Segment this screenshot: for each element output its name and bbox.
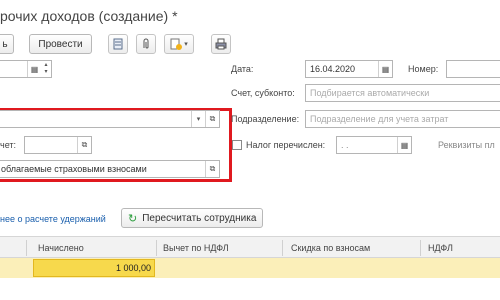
period-field[interactable]: ▦ ▴ ▾ — [0, 60, 52, 78]
window-title: рочих доходов (создание) * — [0, 8, 178, 24]
recalc-label: Пересчитать сотрудника — [142, 212, 257, 224]
account-field[interactable]: Подбирается автоматически — [305, 84, 500, 102]
column-header-accrued[interactable]: Начислено — [38, 243, 84, 253]
tax-transfer-label: Налог перечислен: — [246, 140, 326, 150]
table-row[interactable]: 1 000,00 — [0, 258, 500, 278]
period-spinner[interactable]: ▴ ▾ — [41, 61, 51, 77]
journal-button[interactable] — [108, 34, 128, 54]
deductions-details-link[interactable]: нее о расчете удержаний — [0, 214, 106, 224]
number-label: Номер: — [408, 64, 439, 74]
date-value: 16.04.2020 — [310, 64, 356, 74]
dropdown-arrow-icon[interactable]: ▾ — [191, 111, 205, 127]
account-label: Счет, субконто: — [231, 88, 295, 98]
number-field[interactable] — [446, 60, 500, 78]
refresh-icon: ↻ — [128, 212, 138, 225]
department-placeholder: Подразделение для учета затрат — [310, 114, 449, 124]
column-divider — [26, 240, 27, 256]
journal-icon — [113, 38, 123, 50]
document-add-icon — [170, 38, 183, 50]
deduction-label: чет: — [0, 140, 17, 150]
column-divider — [156, 240, 157, 256]
account-placeholder: Подбирается автоматически — [310, 88, 430, 98]
deduction-field[interactable]: ⧉ — [24, 136, 92, 154]
department-label: Подразделение: — [231, 114, 300, 124]
insurance-field[interactable]: облагаемые страховыми взносами ⧉ — [0, 160, 220, 178]
paperclip-icon — [143, 38, 149, 49]
column-divider — [282, 240, 283, 256]
calendar-icon[interactable]: ▦ — [397, 137, 411, 153]
calendar-icon[interactable]: ▦ — [378, 61, 392, 77]
date-label: Дата: — [231, 64, 254, 74]
recalc-employee-button[interactable]: ↻ Пересчитать сотрудника — [121, 208, 263, 228]
payment-details-link[interactable]: Реквизиты пл — [438, 140, 495, 150]
insurance-value: облагаемые страховыми взносами — [1, 164, 147, 174]
printer-icon — [215, 38, 227, 50]
open-icon[interactable]: ⧉ — [205, 161, 219, 177]
tax-transfer-date-field[interactable]: . . ▦ — [336, 136, 412, 154]
post-button[interactable]: Провести — [29, 34, 92, 54]
date-field[interactable]: 16.04.2020 ▦ — [305, 60, 393, 78]
column-header-ndfl-deduction[interactable]: Вычет по НДФЛ — [163, 243, 229, 253]
column-divider — [420, 240, 421, 256]
tax-transfer-date-value: . . — [341, 140, 349, 150]
dropdown-arrow-icon: ▾ — [184, 41, 188, 48]
column-header-ndfl[interactable]: НДФЛ — [428, 243, 453, 253]
employee-field[interactable]: ▾ ⧉ — [0, 110, 220, 128]
create-based-on-button[interactable]: ▾ — [164, 34, 194, 54]
open-icon[interactable]: ⧉ — [77, 137, 91, 153]
accrued-cell[interactable]: 1 000,00 — [33, 259, 155, 277]
print-button[interactable] — [211, 34, 231, 54]
attach-button[interactable] — [136, 34, 156, 54]
write-button[interactable]: ь — [0, 34, 14, 54]
tax-transfer-checkbox[interactable] — [232, 140, 242, 150]
open-icon[interactable]: ⧉ — [205, 111, 219, 127]
department-field[interactable]: Подразделение для учета затрат — [305, 110, 500, 128]
column-header-contribution-discount[interactable]: Скидка по взносам — [291, 243, 370, 253]
table-header: Начислено Вычет по НДФЛ Скидка по взноса… — [0, 236, 500, 258]
calendar-icon[interactable]: ▦ — [27, 61, 41, 77]
